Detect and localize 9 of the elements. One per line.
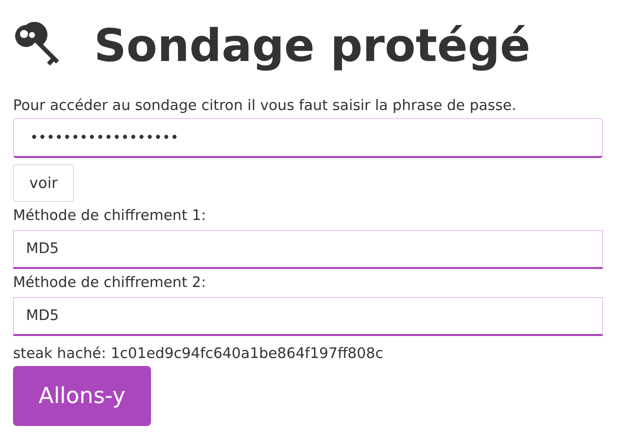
field-label: Méthode de chiffrement 1:	[13, 207, 208, 226]
submit-button[interactable]: Allons-y	[13, 366, 151, 426]
show-button[interactable]: voir	[13, 164, 74, 202]
field-label: Méthode de chiffrement 2:	[13, 274, 208, 293]
passphrase-field[interactable]: ••••••••••••••••••	[13, 118, 603, 158]
hash-text: steak haché: 1c01ed9c94fc640a1be864f197ff808c	[13, 345, 384, 364]
instructions-text: Pour accéder au sondage citron il vous faut saisir la phrase de passe.	[13, 97, 518, 116]
method-field[interactable]: MD5	[13, 230, 603, 269]
method-field[interactable]: MD5	[13, 297, 603, 336]
